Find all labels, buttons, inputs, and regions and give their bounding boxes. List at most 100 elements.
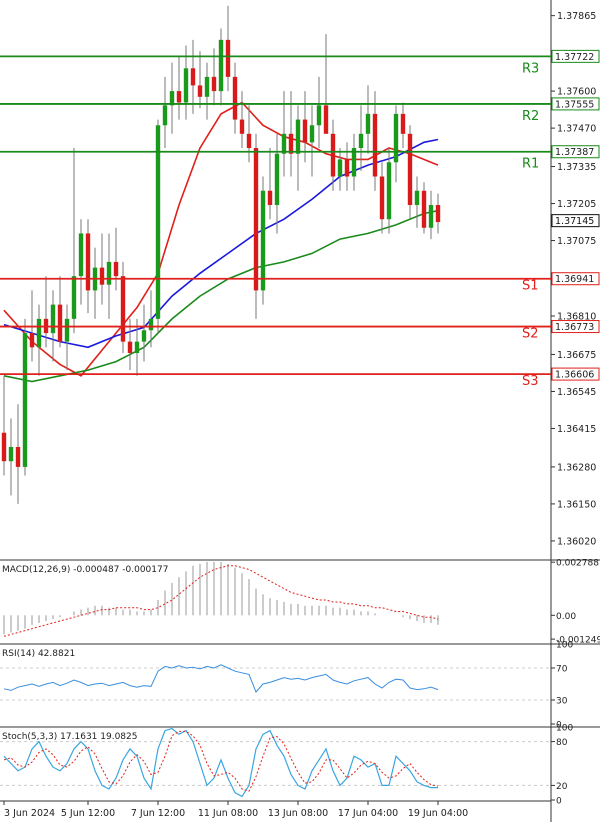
candle-body	[295, 119, 301, 154]
candle-body	[386, 162, 392, 220]
price-tick-label: 1.37205	[557, 199, 596, 210]
macd-tick-label: 0.00	[556, 612, 576, 622]
candle-body	[64, 318, 70, 342]
candle-body	[99, 267, 105, 285]
forex-chart[interactable]: 1.37865 1.37600 1.37470 1.37335 1.37205 1.370…	[0, 0, 600, 822]
candle-body	[344, 159, 350, 177]
candle-body	[260, 190, 266, 291]
candle-body	[29, 333, 35, 348]
candle-body	[1, 432, 7, 462]
time-tick-label: 11 Jun 08:00	[198, 808, 258, 819]
candle-body	[232, 76, 238, 120]
candle-body	[253, 148, 259, 291]
candle-body	[428, 204, 434, 228]
candle	[260, 176, 266, 305]
time-tick-label: 19 Jun 04:00	[408, 808, 468, 819]
level-price-text: 1.37387	[555, 147, 594, 158]
candle-body	[414, 190, 420, 205]
level-price-text: 1.37555	[555, 99, 594, 110]
candle-body	[435, 204, 441, 223]
price-tick-label: 1.37470	[557, 124, 596, 135]
candle-body	[127, 341, 133, 354]
macd-pane: MACD(12,26,9) -0.000487 -0.000177 0.00278…	[0, 559, 600, 646]
candle-body	[8, 446, 14, 462]
candle-body	[134, 341, 140, 354]
candle-body	[120, 276, 126, 342]
candle-body	[379, 176, 385, 220]
candle-body	[36, 318, 42, 348]
rsi-tick-label: 70	[556, 665, 568, 675]
current-price-label: 1.37145	[555, 216, 594, 227]
candle-body	[365, 113, 371, 134]
level-name: S1	[522, 279, 539, 294]
candle-body	[358, 133, 364, 149]
time-tick-label: 13 Jun 08:00	[268, 808, 328, 819]
candle-body	[85, 233, 91, 291]
time-tick-label: 3 Jun 2024	[4, 808, 55, 819]
candle-body	[78, 233, 84, 277]
candle-body	[50, 304, 56, 334]
price-pane: 1.37865 1.37600 1.37470 1.37335 1.37205 1.370…	[0, 0, 600, 822]
price-tick-label: 1.36415	[557, 424, 596, 435]
candle-body	[372, 113, 378, 177]
price-tick-label: 1.37075	[557, 236, 596, 247]
candle-body	[323, 105, 329, 134]
time-tick-label: 17 Jun 04:00	[338, 808, 398, 819]
candle-body	[330, 133, 336, 177]
candle-body	[204, 76, 210, 97]
stoch-pane: Stoch(5,3,3) 17.1631 19.0825 100 80 20 0	[0, 724, 600, 807]
stoch-tick-label: 100	[556, 724, 573, 734]
rsi-tick-label: 100	[556, 641, 573, 651]
candle-body	[197, 85, 203, 97]
time-axis: 3 Jun 2024 5 Jun 12:00 7 Jun 12:00 11 Jun 0…	[0, 800, 551, 819]
candle-body	[176, 91, 182, 103]
price-tick-label: 1.36150	[557, 499, 596, 510]
level-name: S3	[522, 374, 539, 389]
candle-body	[183, 68, 189, 103]
candle-body	[211, 76, 217, 92]
rsi-line	[3, 664, 439, 693]
candle-body	[393, 113, 399, 163]
stoch-label: Stoch(5,3,3) 17.1631 19.0825	[2, 732, 137, 742]
level-name: S2	[522, 327, 539, 342]
candle-body	[288, 133, 294, 154]
candle-body	[141, 330, 147, 342]
candle-body	[316, 105, 322, 126]
rsi-label: RSI(14) 42.8821	[2, 649, 75, 659]
candle-body	[281, 133, 287, 154]
price-tick-label: 1.36020	[557, 536, 596, 547]
candle-body	[148, 318, 154, 331]
candle-body	[190, 68, 196, 86]
candle-body	[267, 190, 273, 205]
candle-body	[113, 261, 119, 277]
candle-body	[106, 261, 112, 285]
stoch-tick-label: 0	[556, 797, 562, 807]
price-tick-label: 1.36545	[557, 387, 596, 398]
candle-body	[400, 113, 406, 134]
candle-body	[22, 333, 28, 467]
level-name: R1	[522, 157, 539, 172]
rsi-pane: RSI(14) 42.882110070300	[0, 641, 600, 731]
time-tick-label: 7 Jun 12:00	[131, 808, 185, 819]
candle-body	[239, 119, 245, 134]
candle-body	[15, 446, 21, 467]
stoch-tick-label: 20	[556, 782, 568, 792]
candle-body	[155, 125, 161, 319]
price-tick-label: 1.36280	[557, 462, 596, 473]
candle-body	[421, 190, 427, 228]
level-price-text: 1.36606	[555, 370, 594, 381]
price-tick-label: 1.36675	[557, 350, 596, 361]
candle-body	[71, 276, 77, 319]
candle-body	[218, 39, 224, 92]
candle-body	[225, 39, 231, 77]
candle-body	[57, 304, 63, 342]
price-tick-label: 1.37865	[557, 11, 596, 22]
price-tick-label: 1.37335	[557, 162, 596, 173]
macd-label: MACD(12,26,9) -0.000487 -0.000177	[2, 565, 168, 575]
candle-body	[309, 125, 315, 143]
candle-body	[302, 119, 308, 143]
candle	[22, 318, 28, 476]
candle-body	[162, 105, 168, 126]
level-price-text: 1.36941	[555, 274, 594, 285]
candle-body	[407, 133, 413, 205]
